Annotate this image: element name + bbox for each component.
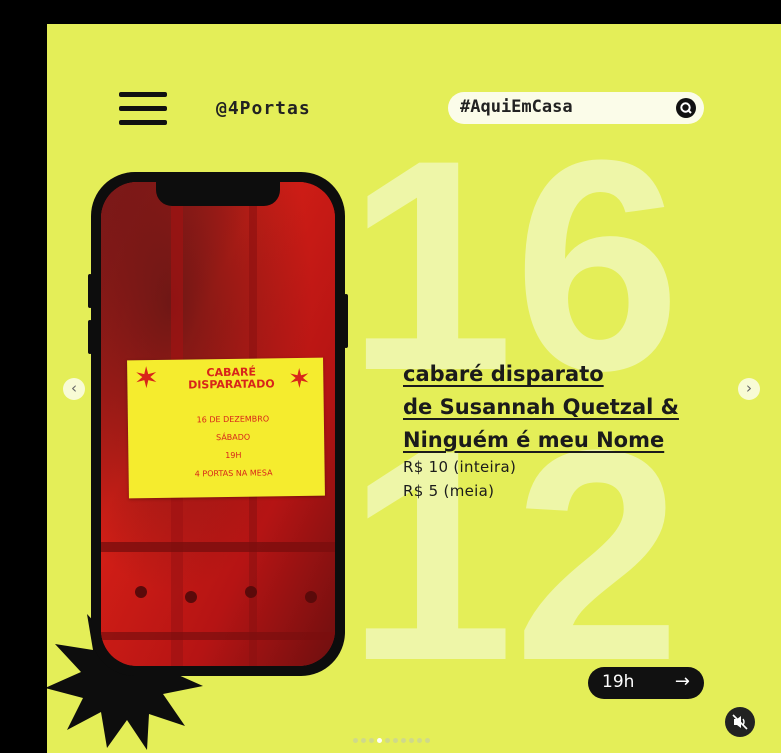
carousel-dot[interactable] bbox=[425, 738, 430, 743]
arrow-right-icon: → bbox=[674, 671, 690, 692]
event-title-link[interactable]: cabaré disparato de Susannah Quetzal & N… bbox=[403, 358, 679, 457]
poster-line: 16 DE DEZEMBRO bbox=[196, 414, 270, 425]
carousel-next-button[interactable]: › bbox=[738, 378, 760, 400]
price-half: R$ 5 (meia) bbox=[403, 482, 495, 500]
hamburger-menu-icon[interactable] bbox=[119, 92, 167, 126]
carousel-dot[interactable] bbox=[353, 738, 358, 743]
hashtag-text: #AquiEmCasa bbox=[460, 97, 573, 117]
phone-screen-photo: CABARÉ DISPARATADO 16 DE DEZEMBRO SÁBADO… bbox=[101, 182, 335, 666]
carousel-dot[interactable] bbox=[361, 738, 366, 743]
carousel-dot[interactable] bbox=[393, 738, 398, 743]
poster-line: 19H bbox=[225, 450, 242, 461]
poster-title-bottom: DISPARATADO bbox=[188, 377, 275, 392]
event-title-line: cabaré disparato bbox=[403, 362, 604, 386]
time-button[interactable]: 19h → bbox=[588, 667, 704, 699]
carousel-dot[interactable] bbox=[401, 738, 406, 743]
poster-line: SÁBADO bbox=[216, 432, 251, 443]
hashtag-search-pill[interactable]: #AquiEmCasa bbox=[448, 92, 704, 124]
carousel-post: 16 12 @4Portas #AquiEmCasa CABARÉ DISPAR… bbox=[47, 24, 781, 753]
carousel-prev-button[interactable]: ‹ bbox=[63, 378, 85, 400]
carousel-dot[interactable] bbox=[409, 738, 414, 743]
carousel-dot[interactable] bbox=[377, 738, 382, 743]
search-icon bbox=[676, 98, 696, 118]
event-title-line: de Susannah Quetzal & bbox=[403, 395, 679, 419]
carousel-dot[interactable] bbox=[385, 738, 390, 743]
phone-mockup: CABARÉ DISPARATADO 16 DE DEZEMBRO SÁBADO… bbox=[91, 172, 345, 676]
red-star-doodle-icon bbox=[136, 366, 157, 389]
poster-line: 4 PORTAS NA MESA bbox=[194, 468, 273, 479]
account-handle: @4Portas bbox=[216, 98, 311, 119]
mute-toggle-button[interactable] bbox=[725, 707, 755, 737]
muted-speaker-icon bbox=[732, 714, 748, 730]
red-star-doodle-icon bbox=[290, 367, 309, 388]
price-full: R$ 10 (inteira) bbox=[403, 458, 517, 476]
phone-notch bbox=[156, 182, 280, 206]
event-title-line: Ninguém é meu Nome bbox=[403, 428, 665, 452]
carousel-dot[interactable] bbox=[369, 738, 374, 743]
carousel-dot[interactable] bbox=[417, 738, 422, 743]
carousel-dots bbox=[353, 728, 433, 743]
poster-title: CABARÉ DISPARATADO bbox=[183, 366, 279, 392]
time-label: 19h bbox=[602, 672, 635, 692]
yellow-poster-note: CABARÉ DISPARATADO 16 DE DEZEMBRO SÁBADO… bbox=[127, 357, 325, 499]
